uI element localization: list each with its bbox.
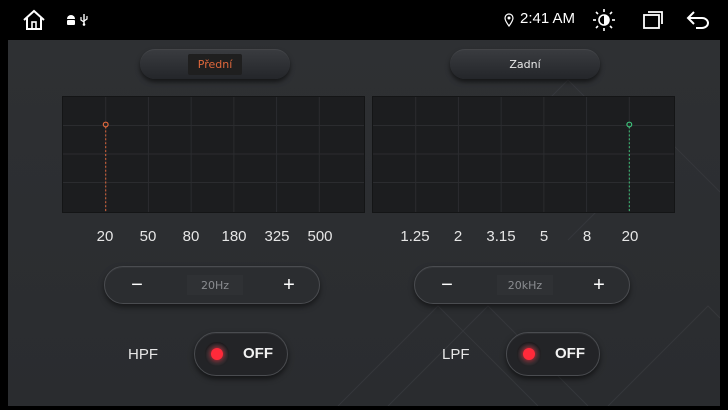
lpf-toggle[interactable]: OFF <box>506 332 600 376</box>
front-freq-label: 180 <box>221 228 247 245</box>
front-freq-label: 50 <box>139 228 157 245</box>
tab-rear-label: Zadní <box>509 57 541 71</box>
rear-decrease-button[interactable]: − <box>427 267 467 303</box>
rear-increase-button[interactable]: + <box>579 267 619 303</box>
clock: 2:41 AM <box>520 10 576 27</box>
rear-freq-label: 8 <box>582 228 592 245</box>
front-decrease-button[interactable]: − <box>117 267 157 303</box>
tab-rear[interactable]: Zadní <box>450 49 600 79</box>
background-pattern <box>337 79 720 406</box>
screen: 2:41 AM Přední Zadní 20 50 80 180 325 50… <box>0 0 728 410</box>
window-icon[interactable] <box>642 10 664 30</box>
front-increase-button[interactable]: + <box>269 267 309 303</box>
android-icon <box>67 15 75 25</box>
tab-front[interactable]: Přední <box>140 49 290 79</box>
hpf-toggle[interactable]: OFF <box>194 332 288 376</box>
back-icon[interactable] <box>686 10 710 30</box>
home-icon[interactable] <box>22 9 46 31</box>
front-frequency-stepper: − 20Hz + <box>104 266 320 304</box>
front-freq-label: 325 <box>264 228 290 245</box>
front-freq-label: 500 <box>307 228 333 245</box>
location-icon <box>504 13 514 27</box>
front-frequency-graph[interactable] <box>62 96 365 213</box>
rear-freq-label: 5 <box>539 228 549 245</box>
hpf-label: HPF <box>128 346 158 363</box>
tab-front-label: Přední <box>187 53 243 75</box>
lpf-label: LPF <box>442 346 470 363</box>
rear-frequency-value: 20kHz <box>497 275 553 295</box>
front-freq-label: 80 <box>182 228 200 245</box>
hpf-indicator <box>205 342 229 366</box>
usb-icon <box>80 14 88 26</box>
rear-freq-label: 20 <box>621 228 639 245</box>
rear-freq-label: 3.15 <box>486 228 516 245</box>
status-bar: 2:41 AM <box>0 0 728 40</box>
rear-freq-label: 2 <box>453 228 463 245</box>
rear-frequency-graph[interactable] <box>372 96 675 213</box>
crossover-panel: Přední Zadní 20 50 80 180 325 500 1.25 2… <box>8 40 720 406</box>
rear-frequency-stepper: − 20kHz + <box>414 266 630 304</box>
brightness-icon[interactable] <box>592 8 616 32</box>
lpf-state: OFF <box>555 345 585 362</box>
hpf-state: OFF <box>243 345 273 362</box>
lpf-indicator <box>517 342 541 366</box>
rear-freq-label: 1.25 <box>400 228 430 245</box>
front-freq-label: 20 <box>96 228 114 245</box>
front-frequency-value: 20Hz <box>187 275 243 295</box>
